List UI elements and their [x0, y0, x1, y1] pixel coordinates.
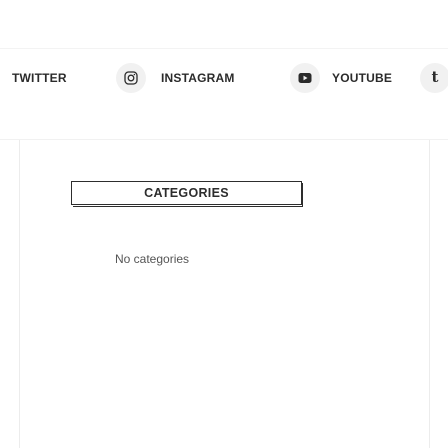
tumblr-glyph: t — [431, 68, 439, 86]
twitter-link[interactable]: TWITTER — [12, 63, 67, 93]
categories-empty-message: No categories — [115, 252, 190, 266]
instagram-link[interactable]: INSTAGRAM — [161, 63, 235, 93]
youtube-link[interactable]: YOUTUBE — [332, 63, 392, 93]
column-border-right — [429, 140, 430, 448]
social-bar: TWITTER INSTAGRAM YOUTUBE t — [0, 49, 448, 109]
page: TWITTER INSTAGRAM YOUTUBE t CATEGORIES N… — [0, 0, 448, 448]
instagram-icon[interactable] — [116, 63, 146, 93]
youtube-label: YOUTUBE — [332, 71, 393, 85]
column-border-left — [19, 140, 20, 448]
categories-widget-title: CATEGORIES — [71, 181, 302, 205]
twitter-label: TWITTER — [12, 71, 67, 85]
section-divider — [0, 139, 448, 140]
instagram-label: INSTAGRAM — [161, 71, 235, 85]
youtube-icon[interactable] — [290, 63, 320, 93]
tumblr-icon[interactable]: t — [420, 63, 448, 93]
categories-title: CATEGORIES — [144, 186, 229, 200]
